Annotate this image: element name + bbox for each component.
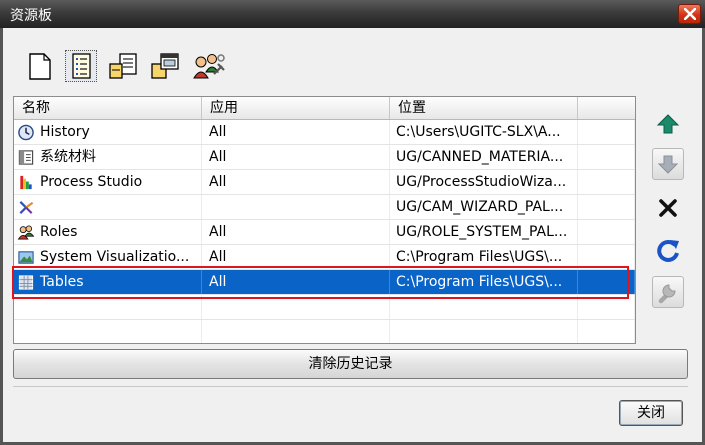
palette-window-icon[interactable] — [150, 50, 182, 82]
move-down-icon — [657, 155, 679, 174]
close-icon — [684, 8, 696, 20]
row-name: System Visualizatio... — [14, 245, 202, 269]
list-details-icon[interactable] — [65, 50, 97, 82]
row-location: C:\Program Files\UGS\... — [390, 270, 578, 294]
table-row[interactable]: 系统材料 All UG/CANNED_MATERIA... — [14, 145, 635, 170]
table-header: 名称 应用 位置 — [14, 97, 635, 120]
table-row-empty — [14, 320, 635, 343]
row-name: History — [14, 120, 202, 144]
column-header-application[interactable]: 应用 — [202, 97, 390, 119]
tree-list-icon[interactable] — [108, 50, 140, 82]
row-app: All — [202, 220, 390, 244]
row-app: All — [202, 170, 390, 194]
column-header-extra — [578, 97, 635, 119]
divider — [13, 386, 688, 387]
title-bar: 资源板 — [0, 0, 705, 28]
table-row[interactable]: Process Studio All UG/ProcessStudioWiza.… — [14, 170, 635, 195]
row-location: UG/CANNED_MATERIA... — [390, 145, 578, 169]
table-row[interactable]: History All C:\Users\UGITC-SLX\A... — [14, 120, 635, 145]
roles-settings-icon[interactable] — [192, 50, 225, 82]
row-location: UG/ROLE_SYSTEM_PAL... — [390, 220, 578, 244]
row-name — [14, 195, 202, 219]
close-button[interactable]: 关闭 — [619, 400, 683, 426]
delete-button[interactable] — [652, 192, 684, 224]
move-up-icon — [656, 114, 680, 134]
row-app: All — [202, 270, 390, 294]
row-app — [202, 195, 390, 219]
table-row-selected[interactable]: Tables All C:\Program Files\UGS\... — [14, 270, 635, 295]
row-location: C:\Program Files\UGS\... — [390, 245, 578, 269]
row-location: UG/CAM_WIZARD_PAL... — [390, 195, 578, 219]
row-app: All — [202, 145, 390, 169]
move-up-button[interactable] — [652, 108, 684, 140]
wrench-icon — [658, 284, 676, 304]
refresh-button[interactable] — [652, 234, 684, 266]
refresh-icon — [657, 239, 679, 262]
clear-history-button[interactable]: 清除历史记录 — [13, 349, 688, 379]
column-header-name[interactable]: 名称 — [14, 97, 202, 119]
row-location: C:\Users\UGITC-SLX\A... — [390, 120, 578, 144]
properties-button[interactable] — [652, 276, 684, 308]
delete-icon — [659, 199, 677, 217]
move-down-button[interactable] — [652, 148, 684, 180]
new-page-icon[interactable] — [24, 50, 56, 82]
row-name: Process Studio — [14, 170, 202, 194]
resource-table: 名称 应用 位置 History All C:\Users\UGITC-SLX\… — [13, 96, 636, 344]
window-title: 资源板 — [10, 8, 52, 24]
close-window-button[interactable] — [678, 4, 701, 24]
table-row-empty — [14, 295, 635, 320]
row-name: 系统材料 — [14, 145, 202, 169]
table-row[interactable]: Roles All UG/ROLE_SYSTEM_PAL... — [14, 220, 635, 245]
table-row[interactable]: System Visualizatio... All C:\Program Fi… — [14, 245, 635, 270]
row-app: All — [202, 245, 390, 269]
row-name: Roles — [14, 220, 202, 244]
column-header-location[interactable]: 位置 — [390, 97, 578, 119]
row-app: All — [202, 120, 390, 144]
row-name: Tables — [14, 270, 202, 294]
row-location: UG/ProcessStudioWiza... — [390, 170, 578, 194]
table-row[interactable]: UG/CAM_WIZARD_PAL... — [14, 195, 635, 220]
